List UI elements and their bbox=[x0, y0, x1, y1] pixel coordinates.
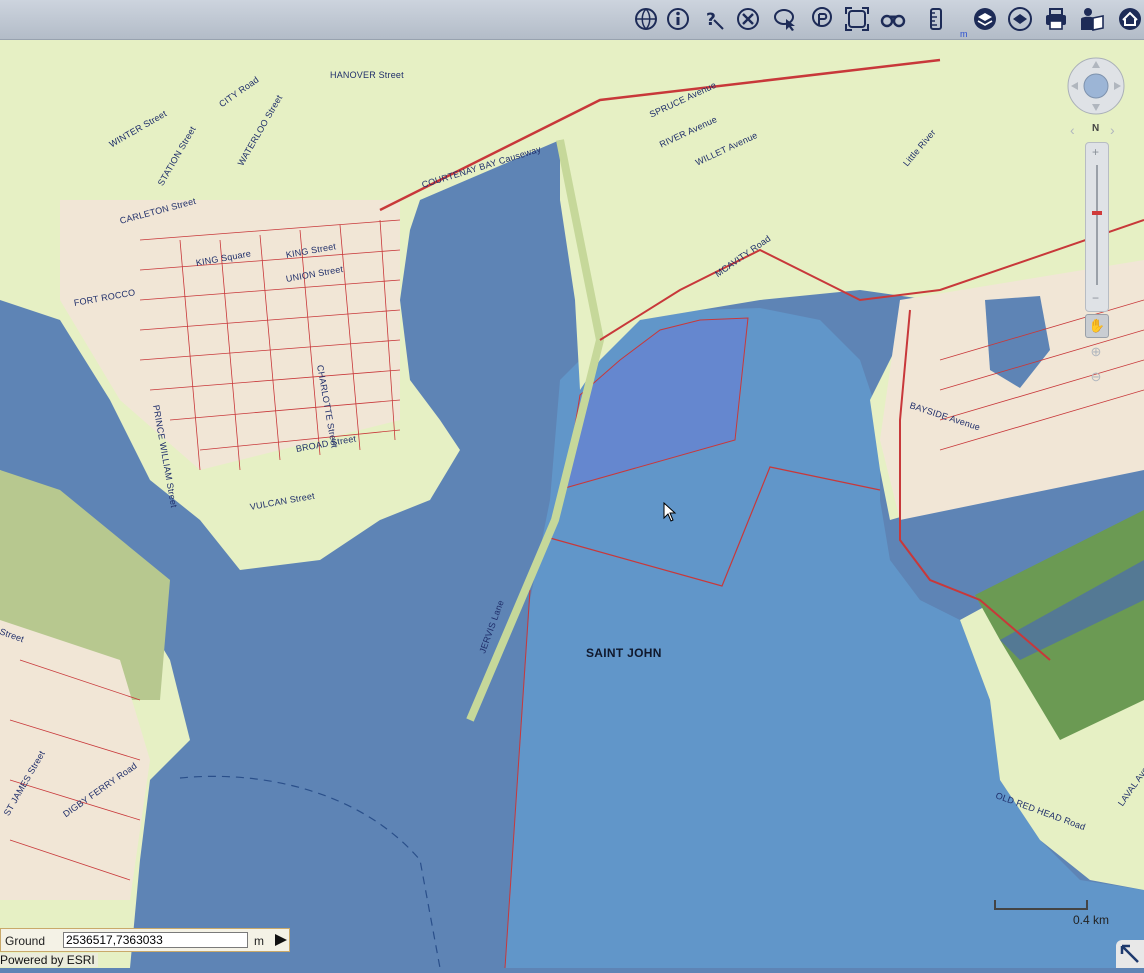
query-icon: ? bbox=[706, 10, 724, 30]
place-label: SAINT JOHN bbox=[586, 646, 662, 660]
globe-button[interactable] bbox=[632, 5, 660, 33]
home-icon bbox=[1119, 8, 1141, 30]
diagonal-arrow-icon bbox=[1120, 944, 1139, 963]
basemap-button[interactable] bbox=[1006, 5, 1034, 33]
rotate-right-icon[interactable]: › bbox=[1110, 122, 1115, 138]
toolbar: ? bbox=[0, 0, 1144, 40]
compass-icon[interactable] bbox=[1066, 56, 1126, 116]
zoom-out-tool-button[interactable]: ⊖ bbox=[1085, 366, 1107, 388]
extent-icon bbox=[845, 7, 869, 31]
help-icon bbox=[1081, 8, 1104, 31]
scale-bar bbox=[994, 900, 1088, 910]
binoculars-icon bbox=[880, 14, 906, 28]
help-button[interactable] bbox=[1078, 5, 1106, 33]
layers-icon bbox=[974, 8, 996, 30]
query-button[interactable]: ? bbox=[699, 5, 727, 33]
zoom-track[interactable] bbox=[1096, 165, 1098, 285]
rotate-left-icon[interactable]: ‹ bbox=[1070, 122, 1075, 138]
zoom-in-button[interactable]: + bbox=[1092, 145, 1099, 159]
pan-tool-button[interactable]: ✋ bbox=[1085, 314, 1109, 338]
select-icon bbox=[774, 9, 795, 31]
layers-button[interactable] bbox=[971, 5, 999, 33]
clear-button[interactable] bbox=[734, 5, 762, 33]
powered-by: Powered by ESRI bbox=[0, 953, 98, 967]
coordinate-mode[interactable]: Ground bbox=[5, 934, 45, 948]
map-view[interactable]: HANOVER Street WINTER Street CITY Road S… bbox=[0, 40, 1144, 968]
zoom-thumb[interactable] bbox=[1092, 210, 1102, 215]
coordinate-unit: m bbox=[254, 934, 264, 948]
coordinate-bar: Ground m bbox=[0, 928, 290, 952]
street-label: HANOVER Street bbox=[330, 70, 404, 80]
measure-icon bbox=[930, 8, 942, 30]
north-label: N bbox=[1092, 123, 1100, 134]
expand-corner-button[interactable] bbox=[1116, 940, 1144, 968]
pan-compass[interactable] bbox=[1066, 56, 1126, 116]
go-arrow-icon[interactable] bbox=[273, 932, 289, 948]
print-icon bbox=[1046, 8, 1066, 30]
home-button[interactable] bbox=[1116, 5, 1144, 33]
basemap-icon bbox=[1008, 7, 1032, 31]
zoom-slider[interactable]: + − bbox=[1085, 142, 1109, 312]
zoom-out-button[interactable]: − bbox=[1092, 291, 1099, 305]
zoom-in-tool-button[interactable]: ⊕ bbox=[1085, 341, 1107, 363]
identify-icon bbox=[812, 7, 832, 27]
print-button[interactable] bbox=[1042, 5, 1070, 33]
info-button[interactable] bbox=[664, 5, 692, 33]
coordinate-input[interactable] bbox=[63, 932, 248, 948]
unit-mark: m bbox=[960, 29, 968, 39]
globe-icon bbox=[635, 8, 657, 31]
binoculars-button[interactable] bbox=[879, 5, 907, 33]
measure-button[interactable] bbox=[922, 5, 950, 33]
identify-button[interactable] bbox=[808, 5, 836, 33]
extent-button[interactable] bbox=[843, 5, 871, 33]
select-button[interactable] bbox=[771, 5, 799, 33]
scale-label: 0.4 km bbox=[1073, 913, 1110, 927]
info-icon bbox=[667, 8, 689, 30]
clear-icon bbox=[737, 8, 759, 30]
navigation-control: ‹ N › + − ✋ ⊕ ⊖ bbox=[1066, 56, 1134, 388]
